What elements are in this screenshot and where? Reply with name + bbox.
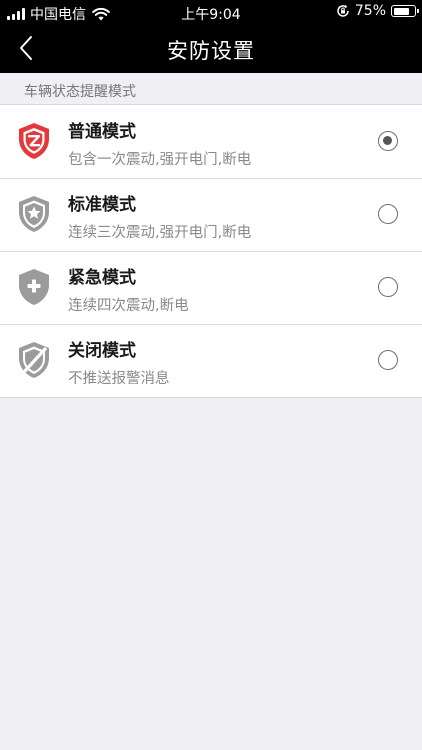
radio-button[interactable] bbox=[378, 350, 398, 370]
radio-button[interactable] bbox=[378, 277, 398, 297]
status-bar: 中国电信 上午9:04 75% bbox=[0, 0, 422, 24]
rotation-lock-icon bbox=[337, 4, 349, 17]
mode-row-emergency[interactable]: 紧急模式 连续四次震动,断电 bbox=[0, 251, 422, 324]
shield-off-icon bbox=[19, 342, 49, 378]
mode-description: 包含一次震动,强开电门,断电 bbox=[68, 152, 252, 168]
mode-title: 关闭模式 bbox=[68, 341, 136, 361]
battery-fill bbox=[393, 7, 409, 15]
section-header: 车辆状态提醒模式 bbox=[0, 73, 422, 105]
battery-percent: 75% bbox=[354, 3, 386, 19]
shield-star-icon bbox=[19, 196, 49, 232]
shield-alert-icon bbox=[19, 123, 49, 159]
screen: 中国电信 上午9:04 75% 安防设置 车辆状态提醒模式 普通模式 包含一次震… bbox=[0, 0, 422, 750]
shield-plus-icon bbox=[19, 269, 49, 305]
status-right: 75% bbox=[336, 3, 419, 19]
battery-icon bbox=[391, 5, 419, 17]
mode-description: 不推送报警消息 bbox=[68, 371, 170, 387]
radio-button[interactable] bbox=[378, 204, 398, 224]
mode-list: 普通模式 包含一次震动,强开电门,断电 标准模式 连续三次震动,强开电门,断电 … bbox=[0, 105, 422, 398]
radio-button-selected[interactable] bbox=[378, 131, 398, 151]
mode-row-standard[interactable]: 标准模式 连续三次震动,强开电门,断电 bbox=[0, 178, 422, 251]
section-header-label: 车辆状态提醒模式 bbox=[24, 84, 136, 100]
mode-title: 紧急模式 bbox=[68, 268, 136, 288]
mode-description: 连续三次震动,强开电门,断电 bbox=[68, 225, 252, 241]
nav-bar: 安防设置 bbox=[0, 24, 422, 73]
mode-title: 普通模式 bbox=[68, 122, 136, 142]
mode-description: 连续四次震动,断电 bbox=[68, 298, 189, 314]
mode-row-normal[interactable]: 普通模式 包含一次震动,强开电门,断电 bbox=[0, 105, 422, 178]
page-title: 安防设置 bbox=[167, 39, 255, 63]
mode-row-off[interactable]: 关闭模式 不推送报警消息 bbox=[0, 324, 422, 397]
mode-title: 标准模式 bbox=[68, 195, 136, 215]
